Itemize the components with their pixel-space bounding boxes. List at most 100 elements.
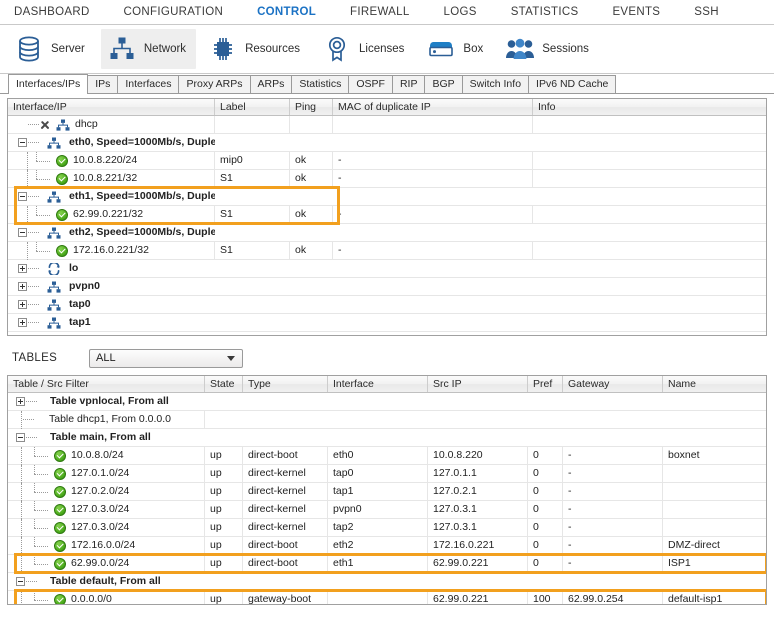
tables-select[interactable]: ALL [89, 348, 243, 368]
nav-item-events[interactable]: EVENTS [612, 6, 660, 18]
column-header-state[interactable]: State [205, 376, 243, 392]
collapse-node-button[interactable] [16, 577, 25, 586]
toolbar-button-box[interactable]: Box [420, 29, 493, 69]
tab-rip[interactable]: RIP [391, 75, 426, 93]
route-gateway-cell: - [563, 464, 663, 483]
expand-node-button[interactable] [18, 300, 27, 309]
route-interface-cell [328, 590, 428, 604]
table-row[interactable]: Table vpnlocal, From all [8, 393, 766, 411]
cpu-icon [208, 34, 238, 64]
column-header-name[interactable]: Name [663, 376, 760, 392]
tree-guide [26, 437, 37, 438]
table-row[interactable]: 127.0.2.0/24 up direct-kernel tap1 127.0.2.1… [8, 482, 766, 501]
interface-ping-cell: ok [290, 205, 333, 224]
route-table-cell: 127.0.1.0/24 [8, 464, 205, 483]
table-row[interactable]: tap0 [8, 296, 766, 314]
route-type-cell: direct-boot [243, 446, 328, 465]
toolbar-button-licenses[interactable]: Licenses [316, 29, 414, 69]
tab-switch-info[interactable]: Switch Info [461, 75, 530, 93]
tab-statistics[interactable]: Statistics [291, 75, 350, 93]
tree-guide [21, 500, 22, 519]
table-row[interactable]: eth2, Speed=1000Mb/s, Duplex=Full [8, 224, 766, 242]
table-row[interactable]: tap1 [8, 314, 766, 332]
expand-node-button[interactable] [16, 397, 25, 406]
tree-guide [34, 482, 54, 501]
route-srcip-cell: 62.99.0.221 [428, 590, 528, 604]
column-header-src-ip[interactable]: Src IP [428, 376, 528, 392]
column-header-interface-ip[interactable]: Interface/IP [8, 99, 215, 115]
route-name-cell [663, 429, 760, 447]
toolbar-button-resources[interactable]: Resources [202, 29, 310, 69]
collapse-node-button[interactable] [18, 138, 27, 147]
column-header-pref[interactable]: Pref [528, 376, 563, 392]
route-type-cell [243, 573, 328, 591]
route-pref-cell: 0 [528, 464, 563, 483]
table-row[interactable]: 10.0.8.221/32 S1 ok - [8, 169, 766, 188]
nav-item-control[interactable]: CONTROL [257, 6, 316, 18]
table-row[interactable]: dhcp [8, 115, 766, 134]
table-row[interactable]: Table default, From all [8, 573, 766, 591]
tab-ipv6-nd-cache[interactable]: IPv6 ND Cache [528, 75, 617, 93]
nav-item-firewall[interactable]: FIREWALL [350, 6, 409, 18]
table-row[interactable]: eth0, Speed=1000Mb/s, Duplex=Full [8, 134, 766, 152]
nav-item-ssh[interactable]: SSH [694, 6, 719, 18]
column-header-ping[interactable]: Ping [290, 99, 333, 115]
toolbar-button-server[interactable]: Server [8, 29, 95, 69]
tab-bgp[interactable]: BGP [424, 75, 463, 93]
route-srcip-cell [428, 429, 528, 447]
column-header-gateway[interactable]: Gateway [563, 376, 663, 392]
nav-item-dashboard[interactable]: DASHBOARD [14, 6, 90, 18]
tree-guide [28, 322, 39, 323]
collapse-node-button[interactable] [18, 228, 27, 237]
tree-guide [28, 124, 39, 125]
collapse-node-button[interactable] [16, 433, 25, 442]
table-row[interactable]: Table dhcp1, From 0.0.0.0 [8, 410, 766, 429]
column-header-info[interactable]: Info [533, 99, 760, 115]
table-row[interactable]: 172.16.0.0/24 up direct-boot eth2 172.16.0.2… [8, 536, 766, 555]
route-type-cell [243, 411, 328, 429]
column-header-mac-duplicate[interactable]: MAC of duplicate IP [333, 99, 533, 115]
tab-interfaces[interactable]: Interfaces [117, 75, 180, 93]
column-header-table-src-filter[interactable]: Table / Src Filter [8, 376, 205, 392]
table-row[interactable]: 10.0.8.220/24 mip0 ok - [8, 151, 766, 170]
expand-node-button[interactable] [18, 282, 27, 291]
tab-proxy-arps[interactable]: Proxy ARPs [178, 75, 251, 93]
table-row[interactable]: eth1, Speed=1000Mb/s, Duplex=Full [8, 188, 766, 206]
tab-ospf[interactable]: OSPF [348, 75, 393, 93]
route-gateway-cell: - [563, 518, 663, 537]
table-row[interactable]: lo [8, 260, 766, 278]
tab-arps[interactable]: ARPs [249, 75, 293, 93]
table-row[interactable]: 10.0.8.0/24 up direct-boot eth0 10.0.8.220 0-… [8, 446, 766, 465]
tree-guide [27, 205, 28, 224]
column-header-interface[interactable]: Interface [328, 376, 428, 392]
table-row[interactable]: 127.0.1.0/24 up direct-kernel tap0 127.0.1.1… [8, 464, 766, 483]
tab-interfaces-ips[interactable]: Interfaces/IPs [8, 74, 89, 94]
route-interface-cell [328, 393, 428, 411]
interface-mac-cell: - [333, 205, 533, 224]
collapse-node-button[interactable] [18, 192, 27, 201]
nav-item-statistics[interactable]: STATISTICS [511, 6, 579, 18]
expand-node-button[interactable] [18, 264, 27, 273]
table-row[interactable]: 127.0.3.0/24 up direct-kernel pvpn0 127.0.3.… [8, 500, 766, 519]
nav-item-logs[interactable]: LOGS [444, 6, 477, 18]
table-row[interactable]: 62.99.0.221/32 S1 ok - [8, 205, 766, 224]
route-srcip-cell: 62.99.0.221 [428, 554, 528, 573]
table-row[interactable]: pvpn0 [8, 278, 766, 296]
interface-ping-cell [290, 188, 333, 206]
table-row[interactable]: 0.0.0.0/0 up gateway-boot 62.99.0.221 100 62.… [8, 590, 766, 604]
tab-ips[interactable]: IPs [87, 75, 119, 93]
toolbar-button-network[interactable]: Network [100, 29, 197, 69]
toolbar-button-sessions[interactable]: Sessions [499, 29, 599, 69]
column-header-label[interactable]: Label [215, 99, 290, 115]
route-state-cell: up [205, 518, 243, 537]
nav-item-configuration[interactable]: CONFIGURATION [124, 6, 224, 18]
column-header-type[interactable]: Type [243, 376, 328, 392]
table-row[interactable]: 172.16.0.221/32 S1 ok - [8, 241, 766, 260]
tables-label: TABLES [12, 352, 58, 364]
route-state-cell [205, 573, 243, 591]
expand-node-button[interactable] [18, 318, 27, 327]
table-row[interactable]: 62.99.0.0/24 up direct-boot eth1 62.99.0.221… [8, 554, 766, 573]
table-row[interactable]: Table main, From all [8, 429, 766, 447]
table-row[interactable]: 127.0.3.0/24 up direct-kernel tap2 127.0.3.1… [8, 518, 766, 537]
interface-label-cell [215, 314, 290, 332]
